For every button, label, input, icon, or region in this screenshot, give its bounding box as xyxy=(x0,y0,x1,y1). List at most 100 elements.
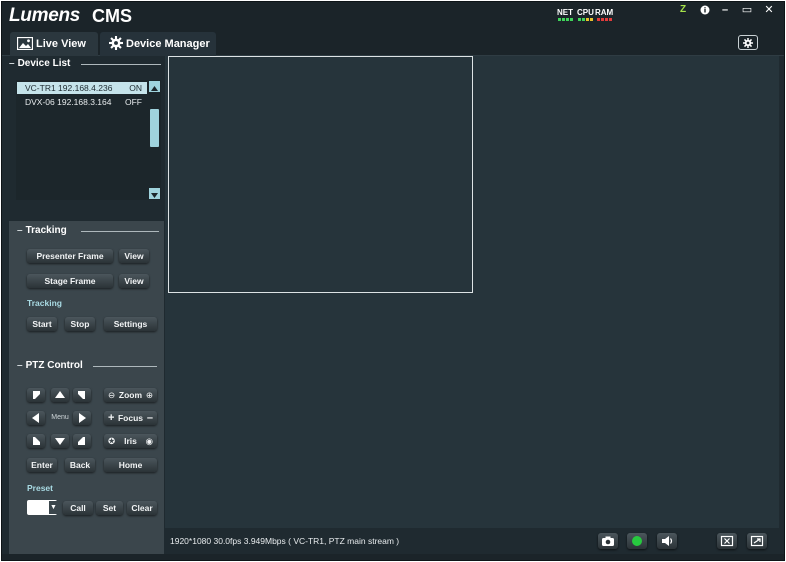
record-button[interactable] xyxy=(627,533,647,549)
meter-segment xyxy=(600,18,604,21)
meter-segment xyxy=(565,18,569,21)
tab-device-manager[interactable]: Device Manager xyxy=(100,32,216,56)
minimize-button[interactable]: – xyxy=(716,3,734,17)
pan-down-right-button[interactable] xyxy=(73,434,91,448)
preset-set-button[interactable]: Set xyxy=(96,501,123,515)
app-title: CMS xyxy=(92,6,132,26)
preset-clear-button[interactable]: Clear xyxy=(127,501,157,515)
divider xyxy=(81,231,159,232)
device-name: VC-TR1 192.168.4.236 xyxy=(25,83,113,93)
zoom-out-icon[interactable]: ⊖ xyxy=(108,388,115,402)
ptz-back-button[interactable]: Back xyxy=(65,458,95,472)
close-stream-button[interactable] xyxy=(717,533,737,549)
device-row-dvx-06[interactable]: DVX-06 192.168.3.164 OFF xyxy=(17,96,147,108)
scroll-down-button[interactable] xyxy=(149,188,160,199)
focus-control: + Focus – xyxy=(104,411,157,425)
ram-meter: RAM xyxy=(595,8,613,21)
scrollbar-thumb[interactable] xyxy=(150,109,159,147)
zoom-in-icon[interactable]: ⊕ xyxy=(146,388,153,402)
arrow-up-left-icon xyxy=(33,391,40,399)
iris-close-icon[interactable]: ◉ xyxy=(146,434,153,448)
iris-control: ✪ Iris ◉ xyxy=(104,434,157,448)
ptz-control-title: PTZ Control xyxy=(17,360,83,371)
presenter-view-button[interactable]: View xyxy=(119,249,149,263)
meter-segment xyxy=(569,18,573,21)
chevron-down-icon: ▼ xyxy=(49,501,58,514)
app-logo: Lumens xyxy=(9,5,81,26)
device-row-vc-tr1[interactable]: VC-TR1 192.168.4.236 ON xyxy=(17,82,147,94)
ptz-home-button[interactable]: Home xyxy=(104,458,157,472)
stage-view-button[interactable]: View xyxy=(119,274,149,288)
close-button[interactable]: ✕ xyxy=(760,3,778,17)
preset-call-button[interactable]: Call xyxy=(63,501,93,515)
window-bottom-edge xyxy=(2,554,784,560)
pan-right-button[interactable] xyxy=(73,411,91,425)
meter-segment xyxy=(596,18,600,21)
tilt-down-button[interactable] xyxy=(51,434,69,448)
net-meter-bars xyxy=(557,18,573,21)
tracking-settings-button[interactable]: Settings xyxy=(104,317,157,331)
device-list-scrollbar[interactable] xyxy=(149,81,160,199)
triangle-down-icon xyxy=(151,193,158,198)
speaker-icon xyxy=(662,536,673,546)
info-icon xyxy=(700,5,710,15)
meter-segment xyxy=(581,18,585,21)
status-bar: 1920*1080 30.0fps 3.949Mbps ( VC-TR1, PT… xyxy=(165,528,779,554)
presenter-frame-button[interactable]: Presenter Frame xyxy=(27,249,113,263)
camera-icon xyxy=(602,536,614,546)
video-preview-window[interactable] xyxy=(168,56,473,293)
meter-segment xyxy=(557,18,561,21)
arrow-up-icon xyxy=(55,391,65,398)
device-list-title: Device List xyxy=(9,58,71,69)
arrow-up-right-icon xyxy=(78,391,85,399)
tab-bar: Live View Device Manager xyxy=(2,32,784,56)
stream-status-text: 1920*1080 30.0fps 3.949Mbps ( VC-TR1, PT… xyxy=(170,536,400,546)
triangle-up-icon xyxy=(151,86,158,91)
meter-segment xyxy=(585,18,589,21)
app-window: Lumens CMS NET CPU RAM Z – ▭ ✕ Live View… xyxy=(1,1,785,561)
pan-up-right-button[interactable] xyxy=(73,388,91,402)
focus-minus-icon[interactable]: – xyxy=(147,411,153,425)
iris-open-icon[interactable]: ✪ xyxy=(108,434,115,448)
record-icon xyxy=(632,536,642,546)
meter-segment xyxy=(561,18,565,21)
snapshot-button[interactable] xyxy=(598,533,618,549)
device-name: DVX-06 192.168.3.164 xyxy=(25,97,112,107)
tab-live-view-label: Live View xyxy=(36,38,86,50)
scroll-up-button[interactable] xyxy=(149,81,160,92)
pan-left-button[interactable] xyxy=(27,411,45,425)
net-meter-label: NET xyxy=(557,8,573,17)
tracking-stop-button[interactable]: Stop xyxy=(65,317,95,331)
focus-plus-icon[interactable]: + xyxy=(108,411,114,425)
maximize-button[interactable]: ▭ xyxy=(738,3,756,17)
meter-segment xyxy=(608,18,612,21)
preset-select[interactable]: ▼ xyxy=(27,500,58,515)
ptz-enter-button[interactable]: Enter xyxy=(27,458,57,472)
device-status: OFF xyxy=(125,97,142,107)
control-panel: Tracking Presenter Frame View Stage Fram… xyxy=(9,221,164,554)
stage-frame-button[interactable]: Stage Frame xyxy=(27,274,113,288)
ram-meter-bars xyxy=(595,18,613,21)
arrow-down-icon xyxy=(55,438,65,445)
pan-down-left-button[interactable] xyxy=(27,434,45,448)
tab-live-view[interactable]: Live View xyxy=(10,32,98,56)
audio-button[interactable] xyxy=(657,533,677,549)
meter-segment xyxy=(589,18,593,21)
fullscreen-button[interactable] xyxy=(747,533,767,549)
iris-label: Iris xyxy=(124,436,137,446)
settings-button[interactable] xyxy=(738,35,758,50)
fullscreen-icon xyxy=(750,535,764,547)
tracking-start-button[interactable]: Start xyxy=(27,317,57,331)
divider xyxy=(81,64,161,65)
close-window-icon xyxy=(720,535,734,547)
arrow-left-icon xyxy=(32,413,39,423)
ptz-menu-button[interactable]: Menu xyxy=(49,411,71,425)
tilt-up-button[interactable] xyxy=(51,388,69,402)
arrow-down-left-icon xyxy=(33,437,40,445)
sleep-icon[interactable]: Z xyxy=(674,3,692,17)
focus-label: Focus xyxy=(117,413,144,423)
title-bar: Lumens CMS NET CPU RAM Z – ▭ ✕ xyxy=(2,2,784,32)
pan-up-left-button[interactable] xyxy=(27,388,45,402)
tracking-subtitle: Tracking xyxy=(27,298,62,308)
info-button[interactable] xyxy=(696,3,714,17)
